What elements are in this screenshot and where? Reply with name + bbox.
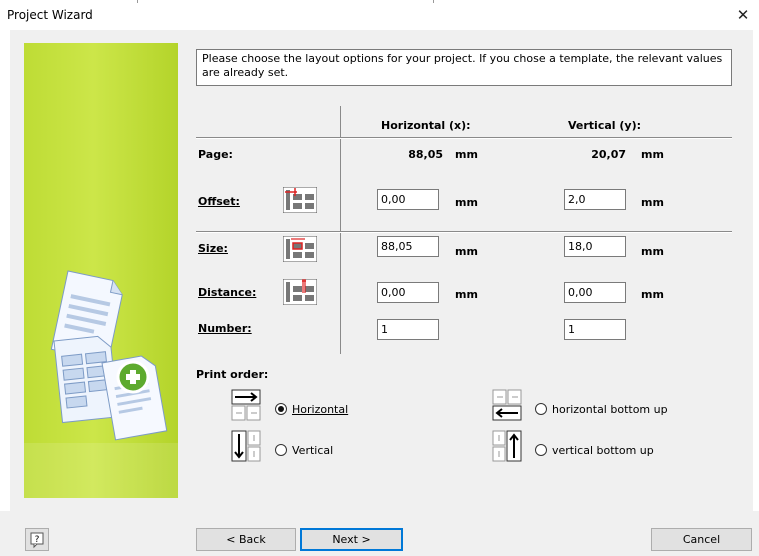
vertical-bottom-up-icon <box>492 430 522 462</box>
radio-vertical-bottom-up-label: vertical bottom up <box>552 443 654 457</box>
size-grid-icon <box>283 236 317 262</box>
radio-horizontal-bottom-up-label: horizontal bottom up <box>552 402 668 416</box>
horizontal-bottom-up-icon <box>492 389 522 421</box>
back-button[interactable]: < Back <box>196 528 296 551</box>
help-icon: ? <box>30 532 44 549</box>
number-label: Number: <box>198 322 252 335</box>
number-x-input[interactable]: 1 <box>377 319 439 340</box>
offset-grid-icon <box>283 187 317 213</box>
wizard-illustration-panel <box>24 43 178 498</box>
description-text: Please choose the layout options for you… <box>196 49 732 86</box>
column-divider <box>340 106 341 354</box>
offset-y-input[interactable]: 2,0 <box>564 189 626 210</box>
page-width-value: 88,05 <box>408 148 443 161</box>
radio-horizontal[interactable]: Horizontal <box>275 401 348 417</box>
help-button[interactable]: ? <box>25 528 49 551</box>
distance-x-unit: mm <box>455 288 478 301</box>
page-label: Page: <box>198 148 233 161</box>
page-width-unit: mm <box>455 148 478 161</box>
radio-vertical-bottom-up[interactable]: vertical bottom up <box>535 442 654 458</box>
vertical-order-icon <box>231 430 261 462</box>
size-y-unit: mm <box>641 245 664 258</box>
number-y-input[interactable]: 1 <box>564 319 626 340</box>
offset-y-unit: mm <box>641 196 664 209</box>
size-label: Size: <box>198 242 228 255</box>
vertical-column-header: Vertical (y): <box>568 119 641 132</box>
svg-text:?: ? <box>35 535 40 545</box>
close-icon[interactable]: ✕ <box>733 6 753 24</box>
horizontal-order-icon <box>231 389 261 421</box>
radio-vertical-label: Vertical <box>292 443 334 457</box>
page-height-value: 20,07 <box>591 148 626 161</box>
distance-y-unit: mm <box>641 288 664 301</box>
size-x-input[interactable]: 88,05 <box>377 236 439 257</box>
page-height-unit: mm <box>641 148 664 161</box>
distance-label: Distance: <box>198 286 257 299</box>
next-button[interactable]: Next > <box>300 528 403 551</box>
print-order-label: Print order: <box>196 368 269 381</box>
size-y-input[interactable]: 18,0 <box>564 236 626 257</box>
radio-horizontal-bottom-up-indicator[interactable] <box>535 403 547 415</box>
title-bar: Project Wizard ✕ <box>0 0 759 30</box>
window-title: Project Wizard <box>7 8 93 22</box>
distance-x-input[interactable]: 0,00 <box>377 282 439 303</box>
size-x-unit: mm <box>455 245 478 258</box>
horizontal-column-header: Horizontal (x): <box>381 119 471 132</box>
distance-grid-icon <box>283 279 317 305</box>
cancel-button[interactable]: Cancel <box>651 528 752 551</box>
radio-horizontal-indicator[interactable] <box>275 403 287 415</box>
radio-vertical-indicator[interactable] <box>275 444 287 456</box>
offset-label: Offset: <box>198 195 240 208</box>
offset-x-input[interactable]: 0,00 <box>377 189 439 210</box>
distance-y-input[interactable]: 0,00 <box>564 282 626 303</box>
documents-illustration-icon <box>24 270 178 498</box>
radio-vertical[interactable]: Vertical <box>275 442 333 458</box>
offset-x-unit: mm <box>455 196 478 209</box>
radio-vertical-bottom-up-indicator[interactable] <box>535 444 547 456</box>
radio-horizontal-label: Horizontal <box>292 402 349 416</box>
radio-horizontal-bottom-up[interactable]: horizontal bottom up <box>535 401 668 417</box>
